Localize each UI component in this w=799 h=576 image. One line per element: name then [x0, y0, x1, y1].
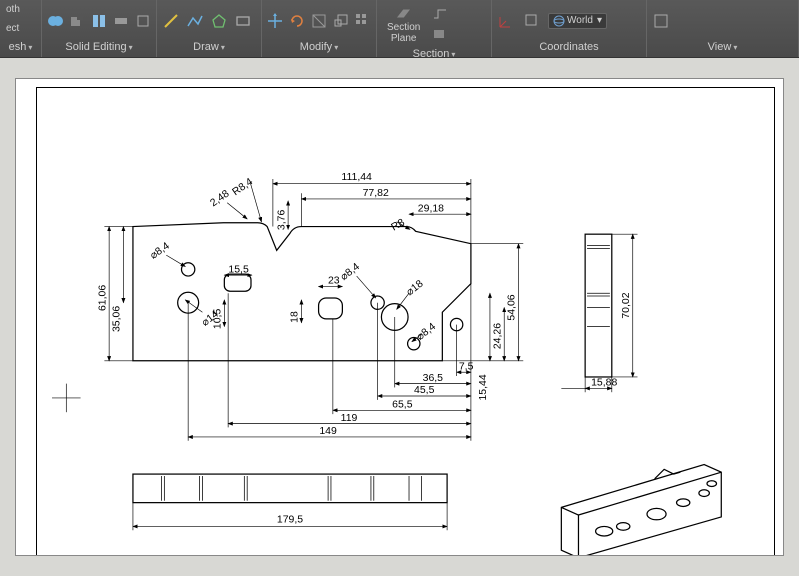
dim-61-06: 61,06 — [97, 285, 108, 311]
ribbon-dropdown-view[interactable]: View▾ — [651, 39, 794, 55]
ribbon-group-draw: Draw▾ — [157, 0, 262, 57]
named-ucs-icon[interactable] — [522, 11, 542, 31]
section-jog-icon[interactable] — [430, 3, 450, 23]
ribbon-dropdown-modify[interactable]: Modify▾ — [266, 39, 372, 55]
dim-70-02: 70,02 — [621, 292, 632, 318]
rectangle-icon[interactable] — [233, 11, 253, 31]
trim-icon[interactable] — [310, 11, 328, 31]
dim-15-88: 15,88 — [591, 378, 617, 389]
ribbon-group-modify: Modify▾ — [262, 0, 377, 57]
dim-2-48: 2,48 — [209, 188, 232, 209]
polyline-icon[interactable] — [185, 11, 205, 31]
dim-111-44: 111,44 — [341, 172, 372, 183]
dim-dia8-4b: ⌀8,4 — [339, 261, 362, 283]
ribbon-group-section: Section Plane Section▾ — [377, 0, 492, 57]
array-icon[interactable] — [354, 11, 372, 31]
slice-icon[interactable] — [90, 11, 108, 31]
subtract-icon[interactable] — [68, 11, 86, 31]
dim-15-44: 15,44 — [478, 374, 489, 400]
dim-dia8-4c: ⌀8,4 — [415, 321, 438, 343]
world-icon — [553, 15, 565, 27]
union-icon[interactable] — [46, 11, 64, 31]
dim-18: 18 — [290, 311, 301, 323]
line-icon[interactable] — [161, 11, 181, 31]
drawing-canvas[interactable]: 111,44 77,82 29,18 2,48 R8,4 3,76 R8 61 — [0, 58, 799, 576]
ribbon-group-coordinates: World ▾ Coordinates — [492, 0, 647, 57]
move-icon[interactable] — [266, 11, 284, 31]
ribbon-dropdown-mesh[interactable]: esh▾ — [4, 39, 37, 55]
dim-35-06: 35,06 — [112, 306, 123, 332]
rotate-icon[interactable] — [288, 11, 306, 31]
ribbon-label-coordinates[interactable]: Coordinates — [496, 39, 642, 55]
dim-54-06: 54,06 — [507, 294, 518, 320]
technical-drawing: 111,44 77,82 29,18 2,48 R8,4 3,76 R8 61 — [16, 79, 783, 555]
dim-24-26: 24,26 — [492, 323, 503, 349]
section-block-icon[interactable] — [430, 25, 450, 45]
dim-45-5: 45,5 — [414, 385, 435, 396]
dim-dia8-4: ⌀8,4 — [148, 241, 172, 262]
dim-77-82: 77,82 — [363, 188, 389, 199]
section-plane-button[interactable]: Section Plane — [381, 2, 426, 46]
dim-29-18: 29,18 — [418, 203, 444, 214]
dim-119: 119 — [341, 413, 358, 424]
view-icon[interactable] — [651, 11, 671, 31]
partial-label-2: ect — [4, 21, 21, 36]
dim-3-76: 3,76 — [276, 210, 287, 231]
scale-icon[interactable] — [332, 11, 350, 31]
ribbon-group-view: View▾ — [647, 0, 799, 57]
partial-label-1: oth — [4, 2, 22, 17]
ucs-icon[interactable] — [496, 11, 516, 31]
ribbon-group-partial: oth ect esh▾ — [0, 0, 42, 57]
dim-36-5: 36,5 — [423, 373, 444, 384]
ribbon-group-solid-editing: Solid Editing▾ — [42, 0, 157, 57]
drawing-sheet: 111,44 77,82 29,18 2,48 R8,4 3,76 R8 61 — [15, 78, 784, 556]
dim-65-5: 65,5 — [392, 399, 413, 410]
dim-10-5: 10,5 — [213, 309, 224, 330]
ribbon-dropdown-solid-editing[interactable]: Solid Editing▾ — [46, 39, 152, 55]
intersect-icon[interactable] — [112, 11, 130, 31]
dim-7-5: 7,5 — [459, 361, 474, 372]
polygon-icon[interactable] — [209, 11, 229, 31]
dim-23: 23 — [328, 276, 340, 287]
dim-r8: R8 — [390, 217, 407, 233]
dim-179-5: 179,5 — [277, 515, 303, 526]
ribbon-dropdown-draw[interactable]: Draw▾ — [161, 39, 257, 55]
dim-149: 149 — [319, 426, 337, 437]
isometric-view — [561, 465, 721, 555]
coord-system-dropdown[interactable]: World ▾ — [548, 13, 607, 29]
section-plane-icon — [393, 4, 415, 22]
ribbon-toolbar: oth ect esh▾ Solid Editing▾ Draw▾ — [0, 0, 799, 58]
solid-edit-icon[interactable] — [134, 11, 152, 31]
